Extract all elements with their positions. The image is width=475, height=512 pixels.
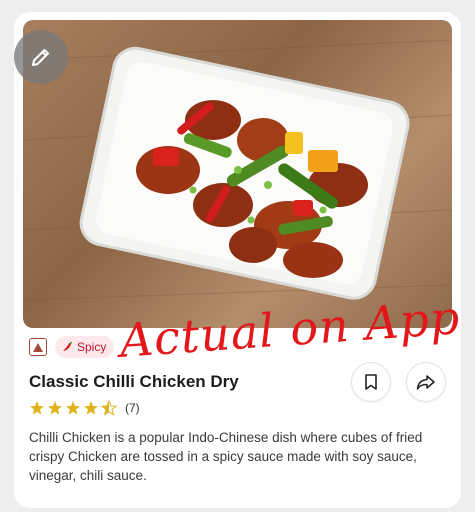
- recipe-description: Chilli Chicken is a popular Indo-Chinese…: [29, 430, 423, 483]
- chili-pepper-icon: [63, 341, 73, 351]
- share-button[interactable]: [406, 362, 446, 402]
- recipe-card[interactable]: Spicy Actual on App Classic Chilli Chick…: [14, 12, 461, 508]
- tag-row: Spicy: [29, 336, 115, 358]
- spicy-tag-label: Spicy: [77, 340, 107, 354]
- bookmark-button[interactable]: [351, 362, 391, 402]
- rating-count: (7): [125, 401, 140, 415]
- dish-photo: [23, 20, 452, 328]
- rating-row: (7): [29, 400, 140, 416]
- pencil-icon: [32, 49, 49, 66]
- star-half-icon: [101, 400, 117, 416]
- star-full-icon: [66, 401, 80, 415]
- spicy-tag: Spicy: [55, 336, 115, 358]
- star-full-icon: [30, 401, 44, 415]
- edit-button[interactable]: [14, 30, 68, 84]
- bookmark-icon: [365, 374, 377, 390]
- recipe-title: Classic Chilli Chicken Dry: [29, 372, 239, 391]
- share-icon: [416, 375, 435, 390]
- non-veg-triangle-icon: [29, 338, 47, 356]
- dish-illustration: [23, 39, 452, 301]
- star-full-icon: [84, 401, 98, 415]
- star-full-icon: [48, 401, 62, 415]
